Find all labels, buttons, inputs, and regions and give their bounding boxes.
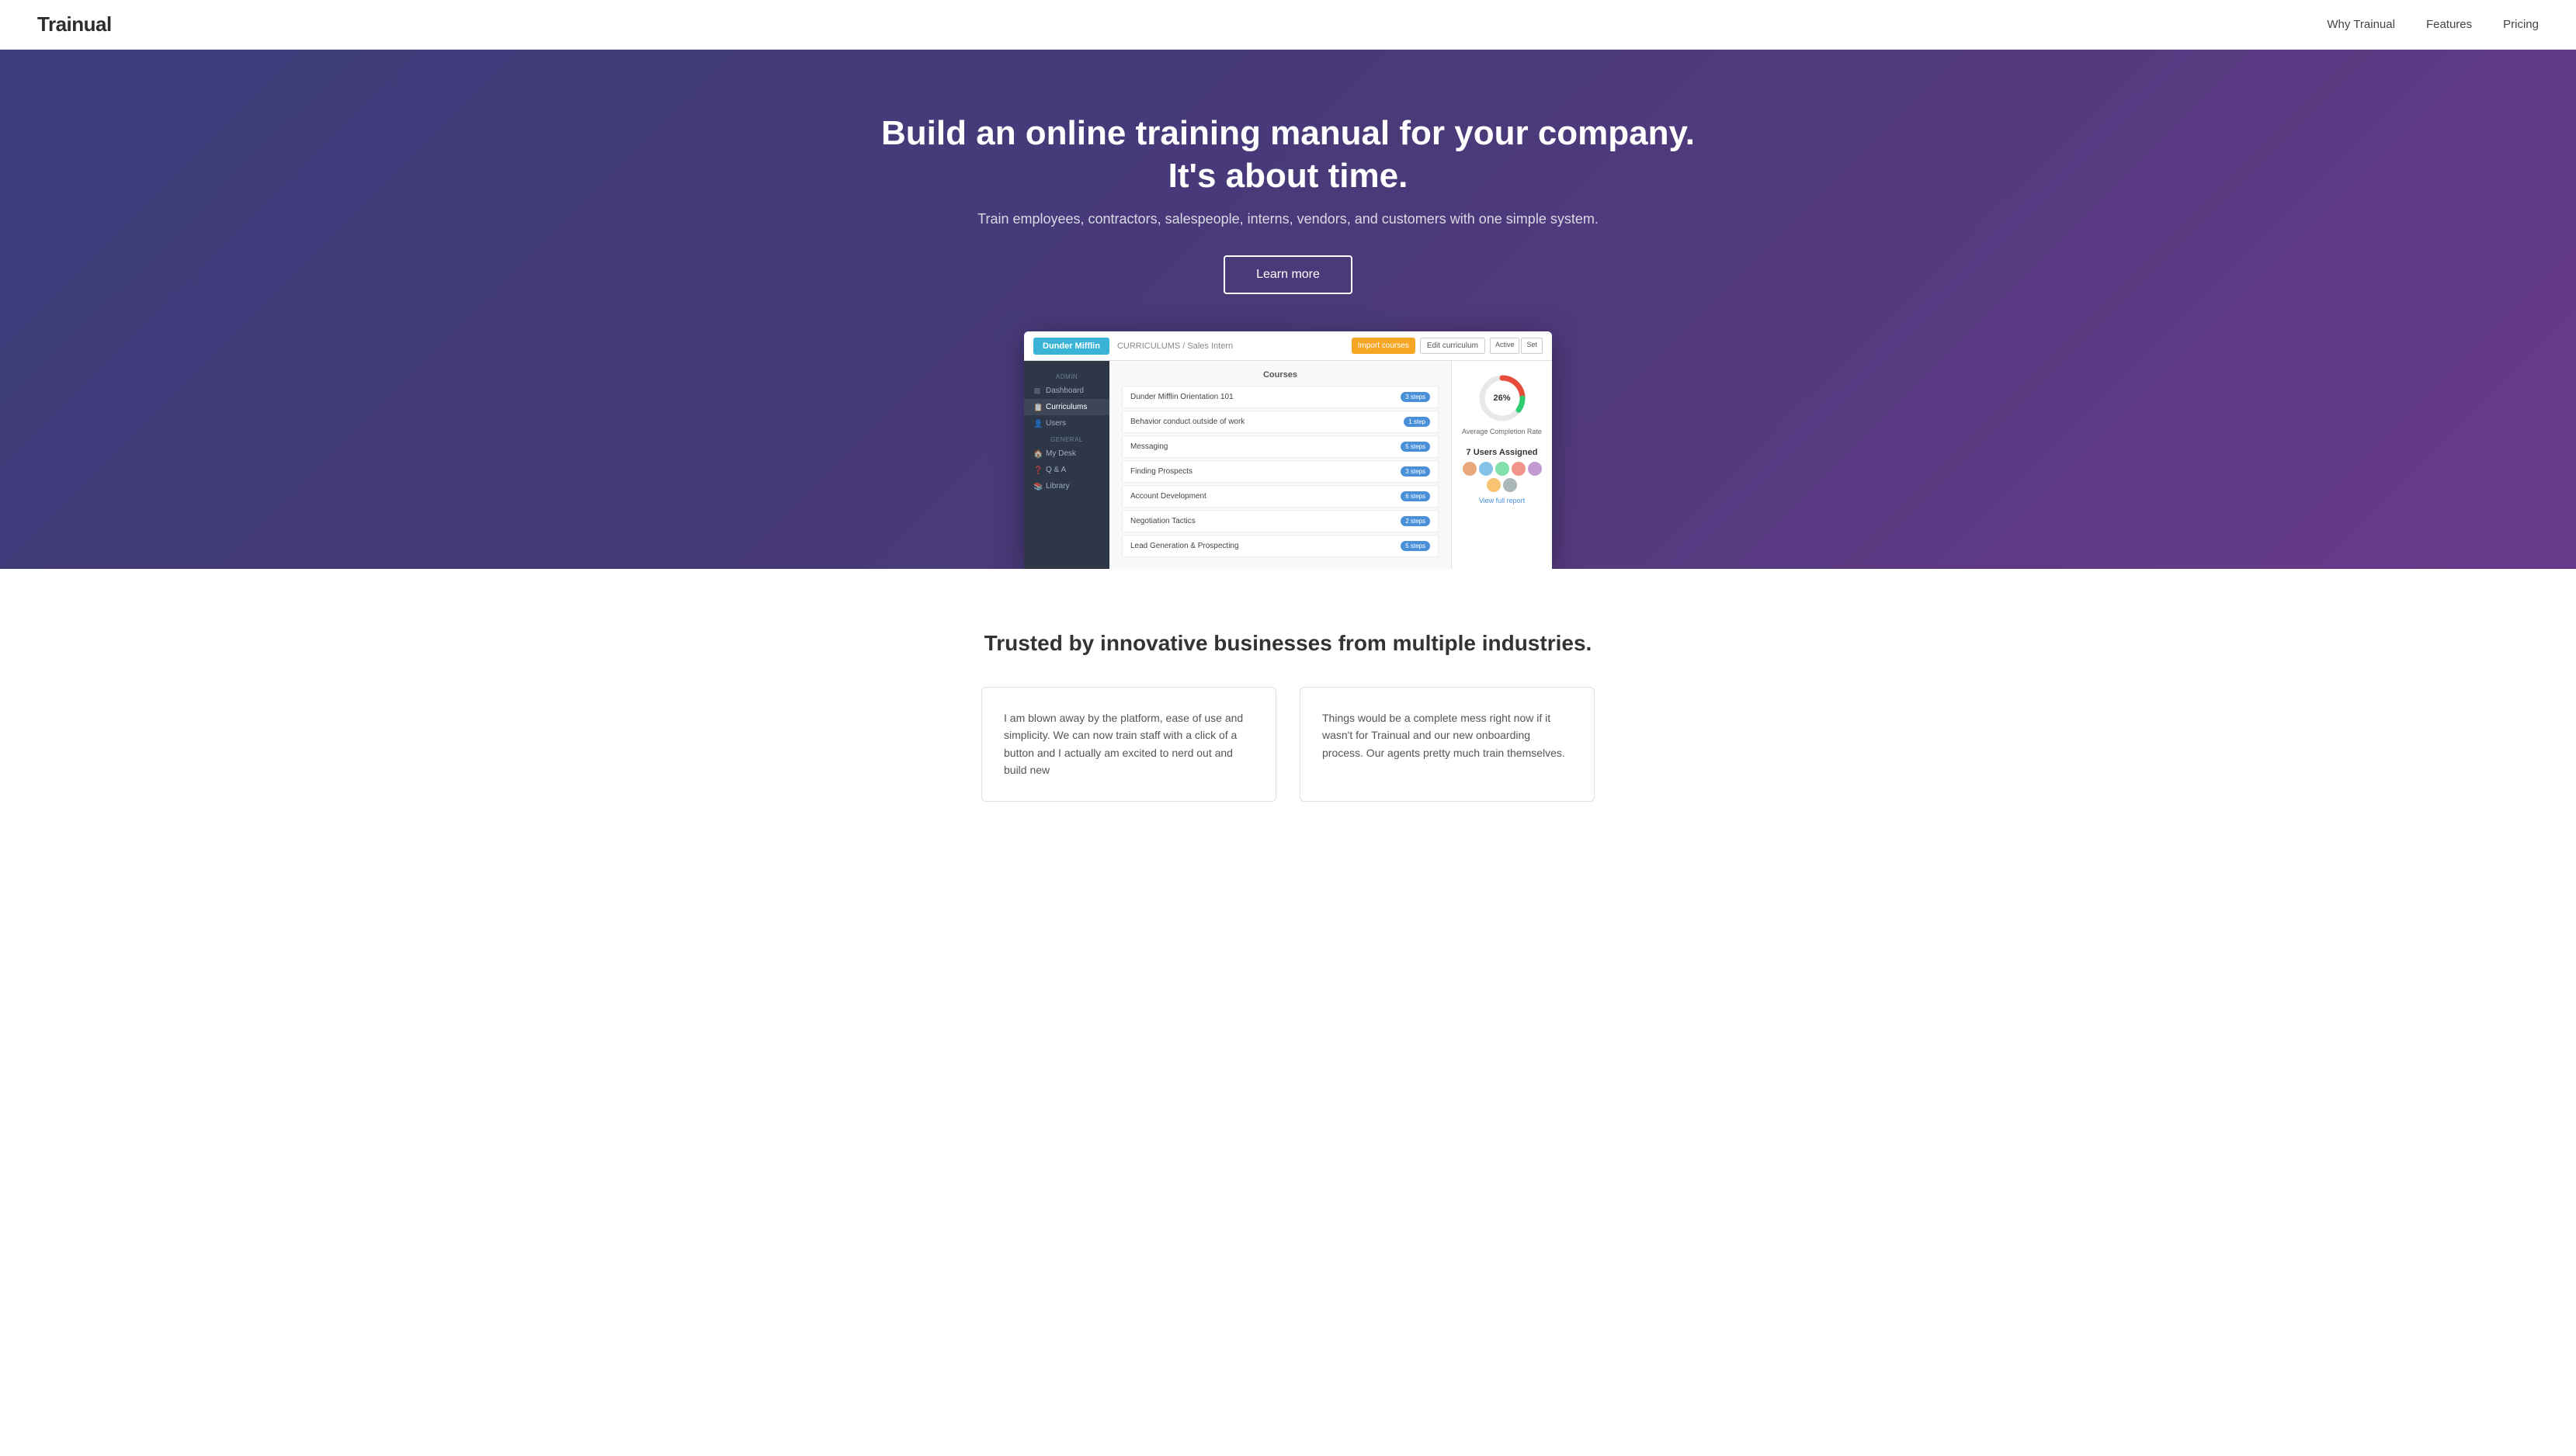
app-topbar: Dunder Mifflin CURRICULUMS / Sales Inter…	[1024, 331, 1552, 361]
avatar	[1503, 478, 1517, 492]
org-tab[interactable]: Dunder Mifflin	[1033, 338, 1109, 355]
admin-section-label: ADMIN	[1024, 369, 1109, 383]
sidebar-item-curriculums[interactable]: 📋 Curriculums	[1024, 399, 1109, 415]
users-icon: 👤	[1033, 420, 1041, 428]
users-assigned-count: 7 Users Assigned	[1467, 448, 1538, 457]
course-badge: 6 steps	[1401, 491, 1430, 501]
breadcrumb: CURRICULUMS / Sales Intern	[1117, 341, 1233, 351]
app-screenshot: Dunder Mifflin CURRICULUMS / Sales Inter…	[1024, 331, 1552, 569]
hero-title: Build an online training manual for your…	[16, 112, 2560, 197]
why-trainual-link[interactable]: Why Trainual	[2327, 18, 2395, 31]
course-badge: 5 steps	[1401, 541, 1430, 551]
course-row[interactable]: Behavior conduct outside of work 1 step	[1122, 411, 1439, 433]
completion-percent: 26%	[1493, 393, 1510, 403]
course-name: Behavior conduct outside of work	[1130, 418, 1245, 426]
nav-links: Why Trainual Features Pricing	[2327, 18, 2539, 32]
courses-header: Courses	[1122, 370, 1439, 380]
courses-list: Dunder Mifflin Orientation 101 3 steps B…	[1122, 386, 1439, 557]
learn-more-button[interactable]: Learn more	[1224, 255, 1352, 294]
course-name: Negotiation Tactics	[1130, 517, 1196, 525]
course-row[interactable]: Account Development 6 steps	[1122, 485, 1439, 508]
view-full-report-link[interactable]: View full report	[1479, 497, 1525, 504]
avatar	[1528, 462, 1542, 476]
hero-subtitle: Train employees, contractors, salespeopl…	[16, 211, 2560, 227]
app-body: ADMIN ⊞ Dashboard 📋 Curriculums 👤 Users …	[1024, 361, 1552, 569]
avatar	[1479, 462, 1493, 476]
testimonial-text-2: Things would be a complete mess right no…	[1322, 709, 1572, 761]
set-button[interactable]: Set	[1521, 338, 1543, 354]
features-link[interactable]: Features	[2426, 18, 2472, 31]
course-name: Messaging	[1130, 442, 1168, 451]
testimonial-card-2: Things would be a complete mess right no…	[1300, 687, 1595, 802]
sidebar-item-library[interactable]: 📚 Library	[1024, 478, 1109, 494]
home-icon: 🏠	[1033, 450, 1041, 458]
library-icon: 📚	[1033, 483, 1041, 491]
general-section-label: GENERAL	[1024, 432, 1109, 445]
logo: Trainual	[37, 12, 112, 36]
pricing-link[interactable]: Pricing	[2503, 18, 2539, 31]
import-courses-button[interactable]: Import courses	[1352, 338, 1415, 354]
completion-label: Average Completion Rate	[1462, 428, 1542, 437]
course-badge: 5 steps	[1401, 442, 1430, 452]
avatar	[1512, 462, 1526, 476]
status-buttons: Active Set	[1490, 338, 1543, 354]
course-badge: 3 steps	[1401, 466, 1430, 477]
hero-section: Build an online training manual for your…	[0, 50, 2576, 569]
grid-icon: ⊞	[1033, 387, 1041, 395]
course-row[interactable]: Finding Prospects 3 steps	[1122, 460, 1439, 483]
course-row[interactable]: Dunder Mifflin Orientation 101 3 steps	[1122, 386, 1439, 408]
active-button[interactable]: Active	[1490, 338, 1520, 354]
avatar	[1495, 462, 1509, 476]
avatar-grid	[1460, 462, 1544, 492]
course-name: Lead Generation & Prospecting	[1130, 542, 1239, 550]
book-icon: 📋	[1033, 404, 1041, 411]
course-name: Dunder Mifflin Orientation 101	[1130, 393, 1234, 401]
course-row[interactable]: Negotiation Tactics 2 steps	[1122, 510, 1439, 532]
completion-donut-chart: 26%	[1477, 373, 1527, 423]
topbar-actions: Import courses Edit curriculum Active Se…	[1352, 338, 1543, 354]
avatar	[1487, 478, 1501, 492]
app-sidebar: ADMIN ⊞ Dashboard 📋 Curriculums 👤 Users …	[1024, 361, 1109, 569]
testimonial-text-1: I am blown away by the platform, ease of…	[1004, 709, 1254, 779]
course-row[interactable]: Lead Generation & Prospecting 5 steps	[1122, 535, 1439, 557]
sidebar-item-qa[interactable]: ❓ Q & A	[1024, 462, 1109, 478]
course-name: Account Development	[1130, 492, 1206, 501]
course-badge: 2 steps	[1401, 516, 1430, 526]
testimonial-card-1: I am blown away by the platform, ease of…	[981, 687, 1276, 802]
question-icon: ❓	[1033, 466, 1041, 474]
navbar: Trainual Why Trainual Features Pricing	[0, 0, 2576, 50]
course-row[interactable]: Messaging 5 steps	[1122, 435, 1439, 458]
course-badge: 1 step	[1404, 417, 1430, 427]
avatar	[1463, 462, 1477, 476]
app-stats-panel: 26% Average Completion Rate 7 Users Assi…	[1451, 361, 1552, 569]
app-main-content: Courses Dunder Mifflin Orientation 101 3…	[1109, 361, 1451, 569]
course-badge: 3 steps	[1401, 392, 1430, 402]
trusted-title: Trusted by innovative businesses from mu…	[16, 631, 2560, 656]
testimonials-container: I am blown away by the platform, ease of…	[939, 687, 1637, 802]
edit-curriculum-button[interactable]: Edit curriculum	[1420, 338, 1485, 354]
course-name: Finding Prospects	[1130, 467, 1193, 476]
sidebar-item-users[interactable]: 👤 Users	[1024, 415, 1109, 432]
sidebar-item-mydesk[interactable]: 🏠 My Desk	[1024, 445, 1109, 462]
trusted-section: Trusted by innovative businesses from mu…	[0, 569, 2576, 833]
sidebar-item-dashboard[interactable]: ⊞ Dashboard	[1024, 383, 1109, 399]
